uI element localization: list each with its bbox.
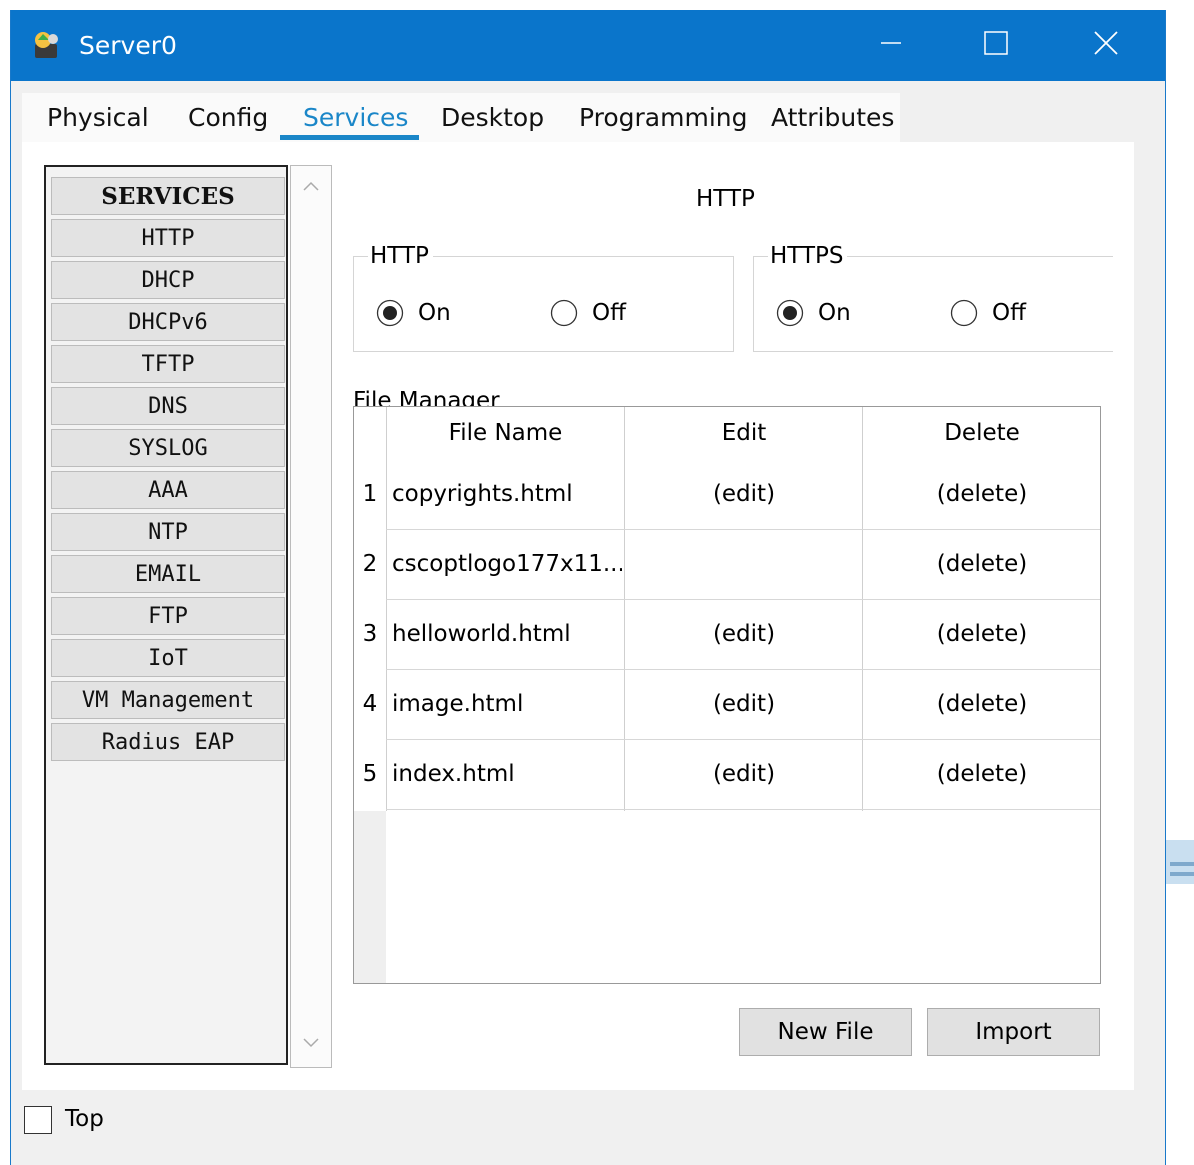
service-item-aaa[interactable]: AAA — [51, 471, 285, 509]
service-item-radius-eap[interactable]: Radius EAP — [51, 723, 285, 761]
delete-link[interactable]: (delete) — [863, 529, 1101, 599]
top-checkbox-label: Top — [65, 1106, 104, 1132]
service-item-ntp[interactable]: NTP — [51, 513, 285, 551]
https-off-label: Off — [992, 300, 1026, 326]
column-header-edit[interactable]: Edit — [625, 407, 863, 459]
tab-physical[interactable]: Physical — [47, 103, 149, 132]
edit-link[interactable]: (edit) — [625, 739, 863, 809]
file-name-cell: index.html — [392, 761, 515, 787]
close-icon — [1094, 31, 1118, 60]
services-list: SERVICES HTTP DHCP DHCPv6 TFTP DNS SYSLO… — [44, 165, 288, 1065]
delete-link[interactable]: (delete) — [863, 739, 1101, 809]
delete-link[interactable]: (delete) — [863, 599, 1101, 669]
active-tab-indicator — [280, 135, 419, 140]
delete-link[interactable]: (delete) — [863, 459, 1101, 529]
radio-selected-icon — [376, 299, 404, 327]
service-item-http[interactable]: HTTP — [51, 219, 285, 257]
http-off-label: Off — [592, 300, 626, 326]
radio-unselected-icon — [950, 299, 978, 327]
edit-link[interactable]: (edit) — [625, 669, 863, 739]
tab-programming[interactable]: Programming — [579, 103, 748, 132]
file-name-cell: copyrights.html — [392, 481, 573, 507]
service-item-ftp[interactable]: FTP — [51, 597, 285, 635]
radio-unselected-icon — [550, 299, 578, 327]
packet-tracer-app-icon — [31, 30, 63, 62]
services-scrollbar[interactable] — [290, 165, 332, 1068]
service-item-email[interactable]: EMAIL — [51, 555, 285, 593]
https-on-label: On — [818, 300, 851, 326]
service-item-dns[interactable]: DNS — [51, 387, 285, 425]
http-off-radio[interactable]: Off — [550, 299, 626, 327]
top-checkbox[interactable] — [24, 1106, 52, 1134]
file-name-cell: image.html — [392, 691, 524, 717]
scroll-down-button[interactable] — [291, 1025, 331, 1065]
column-header-delete[interactable]: Delete — [863, 407, 1101, 459]
minimize-button[interactable] — [841, 10, 941, 81]
https-off-radio[interactable]: Off — [950, 299, 1026, 327]
minimize-icon — [880, 32, 902, 59]
http-on-label: On — [418, 300, 451, 326]
http-on-radio[interactable]: On — [376, 299, 451, 327]
table-row[interactable]: 1 copyrights.html (edit) (delete) — [354, 459, 1100, 529]
chevron-up-icon — [302, 179, 320, 197]
edit-link[interactable] — [625, 529, 863, 599]
service-item-syslog[interactable]: SYSLOG — [51, 429, 285, 467]
chevron-down-icon — [302, 1036, 320, 1054]
row-number: 1 — [362, 481, 378, 507]
http-group: HTTP On Off — [353, 243, 734, 352]
tab-services[interactable]: Services — [303, 103, 408, 132]
table-row[interactable]: 4 image.html (edit) (delete) — [354, 669, 1100, 739]
scroll-up-button[interactable] — [291, 168, 331, 208]
tab-attributes[interactable]: Attributes — [771, 103, 894, 132]
edit-link[interactable]: (edit) — [625, 459, 863, 529]
table-row[interactable]: 2 cscoptlogo177x11... (delete) — [354, 529, 1100, 599]
service-item-iot[interactable]: IoT — [51, 639, 285, 677]
column-header-file-name[interactable]: File Name — [386, 407, 625, 459]
new-file-button[interactable]: New File — [739, 1008, 912, 1056]
row-number: 3 — [362, 621, 378, 647]
file-manager-table: File Name Edit Delete 1 copyrights.html … — [353, 406, 1101, 984]
https-on-radio[interactable]: On — [776, 299, 851, 327]
service-item-dhcpv6[interactable]: DHCPv6 — [51, 303, 285, 341]
maximize-icon — [984, 31, 1008, 60]
tab-desktop[interactable]: Desktop — [441, 103, 544, 132]
row-divider — [386, 809, 1100, 810]
service-item-tftp[interactable]: TFTP — [51, 345, 285, 383]
https-legend: HTTPS — [768, 243, 848, 269]
service-item-dhcp[interactable]: DHCP — [51, 261, 285, 299]
row-number: 5 — [362, 761, 378, 787]
import-button[interactable]: Import — [927, 1008, 1100, 1056]
row-number: 2 — [362, 551, 378, 577]
services-header: SERVICES — [51, 177, 285, 215]
edit-link[interactable]: (edit) — [625, 599, 863, 669]
tab-config[interactable]: Config — [188, 103, 268, 132]
row-number: 4 — [362, 691, 378, 717]
table-row[interactable]: 5 index.html (edit) (delete) — [354, 739, 1100, 809]
delete-link[interactable]: (delete) — [863, 669, 1101, 739]
https-group: HTTPS On Off — [753, 243, 1113, 352]
service-item-vm-management[interactable]: VM Management — [51, 681, 285, 719]
title-bar[interactable]: Server0 — [11, 10, 1165, 81]
table-row[interactable]: 3 helloworld.html (edit) (delete) — [354, 599, 1100, 669]
http-legend: HTTP — [368, 243, 433, 269]
close-button[interactable] — [1056, 10, 1156, 81]
file-name-cell: cscoptlogo177x11... — [392, 551, 622, 577]
radio-selected-icon — [776, 299, 804, 327]
window-title: Server0 — [79, 31, 177, 60]
service-title: HTTP — [696, 186, 755, 212]
background-window-fragment — [1166, 840, 1194, 970]
maximize-button[interactable] — [946, 10, 1046, 81]
file-name-cell: helloworld.html — [392, 621, 571, 647]
